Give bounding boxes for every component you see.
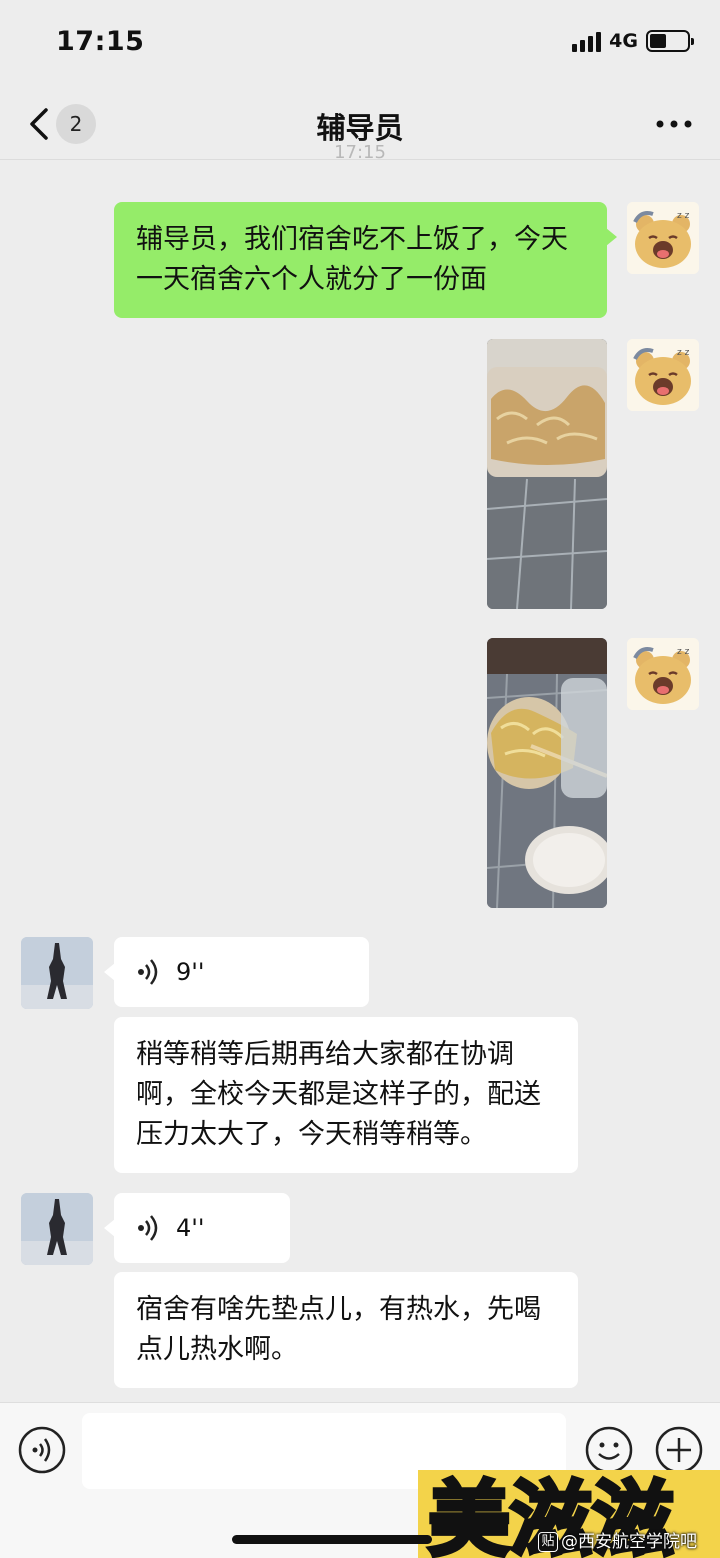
voice-duration: 4'' <box>176 1214 205 1242</box>
sent-photo-noodles-chopsticks[interactable] <box>487 638 607 908</box>
person-silhouette-icon <box>21 937 93 1009</box>
voice-icon <box>18 1426 66 1474</box>
message-text: 辅导员，我们宿舍吃不上饭了，今天一天宿舍六个人就分了一份面 <box>136 224 568 295</box>
signal-icon <box>572 30 602 52</box>
network-type: 4G <box>609 30 638 52</box>
person-silhouette-icon <box>21 1193 93 1265</box>
counselor-avatar[interactable] <box>21 937 93 1009</box>
battery-icon <box>646 30 694 52</box>
source-watermark: 贴 @西安航空学院吧 <box>538 1527 697 1552</box>
chat-title: 辅导员 <box>316 111 404 145</box>
svg-text:z z: z z <box>677 647 690 657</box>
more-icon <box>656 120 692 128</box>
sleepy-bear-icon: z z <box>627 638 699 710</box>
noodle-bowl-photo <box>487 339 607 609</box>
more-options-button[interactable] <box>654 112 694 136</box>
received-message-bubble[interactable]: 宿舍有啥先垫点儿，有热水，先喝点儿热水啊。 <box>114 1272 578 1388</box>
sent-message-bubble[interactable]: 辅导员，我们宿舍吃不上饭了，今天一天宿舍六个人就分了一份面 <box>114 202 617 318</box>
status-indicators: 4G <box>572 30 694 52</box>
voice-wave-icon <box>138 1215 158 1241</box>
sleepy-bear-icon: z z <box>627 339 699 411</box>
my-avatar[interactable]: z z <box>627 339 699 411</box>
svg-text:z z: z z <box>677 211 690 221</box>
message-text: 稍等稍等后期再给大家都在协调啊，全校今天都是这样子的，配送压力太大了，今天稍等稍… <box>136 1039 541 1150</box>
battery-level <box>650 34 667 48</box>
my-avatar[interactable]: z z <box>627 638 699 710</box>
voice-duration: 9'' <box>176 958 205 986</box>
noodle-bowl-photo <box>487 638 607 908</box>
home-indicator <box>232 1535 432 1544</box>
sleepy-bear-icon: z z <box>627 202 699 274</box>
my-avatar[interactable]: z z <box>627 202 699 274</box>
counselor-avatar[interactable] <box>21 1193 93 1265</box>
message-timestamp: 17:15 <box>334 142 386 163</box>
svg-text:z z: z z <box>677 348 690 358</box>
tieba-icon: 贴 <box>538 1532 558 1552</box>
status-bar: 17:15 4G <box>0 0 720 88</box>
voice-wave-icon <box>138 959 158 985</box>
voice-input-button[interactable] <box>17 1425 67 1475</box>
sent-photo-noodles[interactable] <box>487 339 607 609</box>
received-message-bubble[interactable]: 稍等稍等后期再给大家都在协调啊，全校今天都是这样子的，配送压力太大了，今天稍等稍… <box>114 1017 578 1173</box>
watermark-text: @西安航空学院吧 <box>561 1532 697 1552</box>
message-text: 宿舍有啥先垫点儿，有热水，先喝点儿热水啊。 <box>136 1294 541 1365</box>
voice-message-bubble[interactable]: 9'' <box>104 937 369 1007</box>
voice-message-bubble[interactable]: 4'' <box>104 1193 290 1263</box>
status-time: 17:15 <box>56 26 145 57</box>
